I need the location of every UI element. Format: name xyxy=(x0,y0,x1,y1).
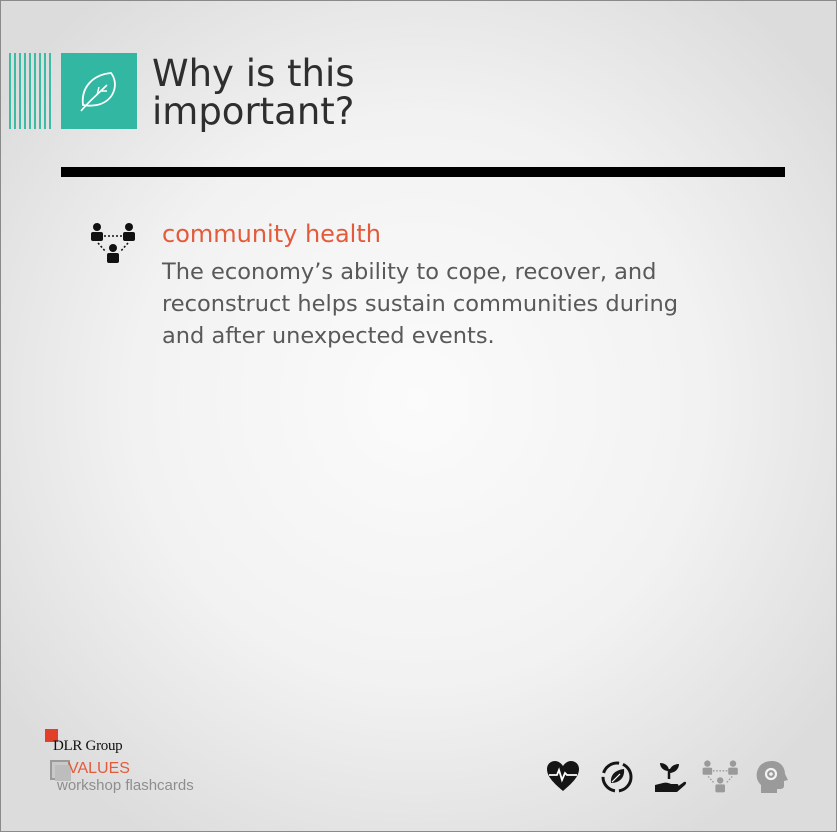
community-network-icon xyxy=(91,223,135,263)
decorative-stripes xyxy=(9,53,55,129)
head-gear-icon xyxy=(756,761,788,793)
flashcard: Why is this important? community health … xyxy=(0,0,837,832)
heart-pulse-icon xyxy=(547,761,579,791)
recycle-leaf-icon xyxy=(601,761,633,793)
values-label: VALUES xyxy=(68,760,130,777)
topic-heading: community health xyxy=(162,220,381,248)
brand-name: DLR Group xyxy=(53,738,123,754)
community-network-icon xyxy=(702,760,738,793)
workshop-subtitle: workshop flashcards xyxy=(57,777,194,794)
title-divider xyxy=(61,167,785,177)
title-line-2: important? xyxy=(152,90,355,133)
leaf-icon xyxy=(61,53,137,129)
page-title: Why is this important? xyxy=(152,55,552,131)
topic-description: The economy’s ability to cope, recover, … xyxy=(162,259,679,349)
values-icon-row xyxy=(545,759,788,799)
hand-sprout-icon xyxy=(655,763,687,792)
title-line-1: Why is this xyxy=(152,52,355,95)
